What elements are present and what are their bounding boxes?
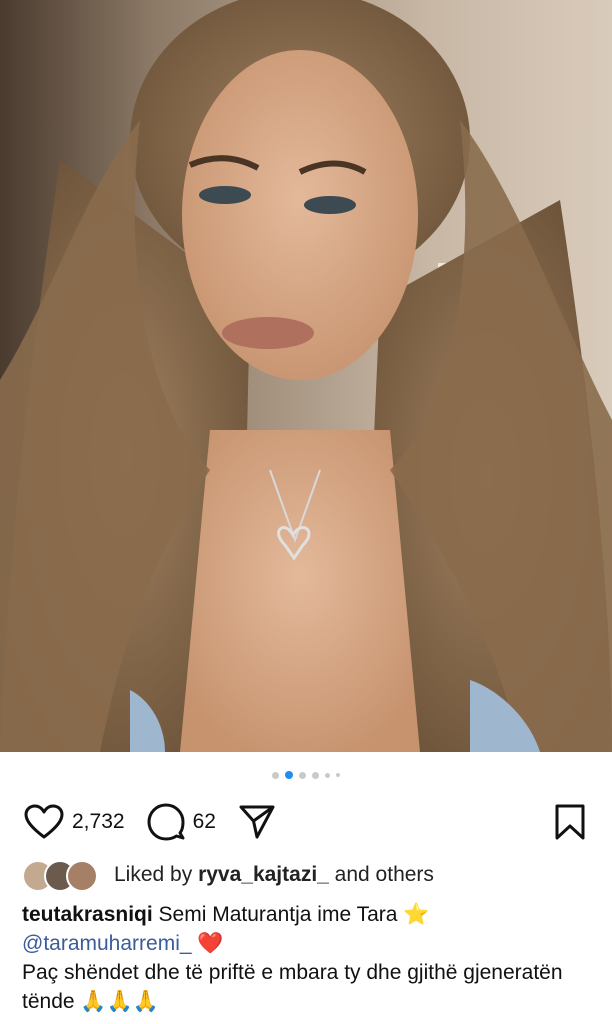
carousel-dot-active xyxy=(285,771,293,779)
carousel-indicator xyxy=(0,769,612,781)
carousel-dot xyxy=(325,772,330,778)
caption-username[interactable]: teutakrasniqi xyxy=(22,903,153,926)
caption-text: Semi Maturantja ime Tara ⭐ xyxy=(152,903,430,926)
liked-by-user[interactable]: ryva_kajtazi_ xyxy=(198,863,329,887)
liked-by-prefix: Liked by xyxy=(114,863,199,886)
send-icon xyxy=(238,804,276,840)
bookmark-icon xyxy=(554,804,586,840)
caption-line-1: teutakrasniqi Semi Maturantja ime Tara ⭐ xyxy=(22,900,596,929)
avatar xyxy=(66,860,98,892)
comment-icon xyxy=(147,803,185,841)
carousel-dot xyxy=(336,773,340,777)
caption-line-3: Paç shëndet dhe të priftë e mbara ty dhe… xyxy=(22,961,563,1013)
save-button[interactable] xyxy=(554,804,586,840)
liked-by-row[interactable]: Liked by ryva_kajtazi_ and others xyxy=(22,858,592,892)
caption-heart: ❤️ xyxy=(191,932,224,955)
liker-avatars[interactable] xyxy=(22,859,100,892)
like-count[interactable]: 2,732 xyxy=(72,810,125,834)
comment-count[interactable]: 62 xyxy=(193,810,216,834)
post-photo[interactable] xyxy=(0,0,612,752)
heart-icon xyxy=(24,804,64,840)
liked-by-suffix: and others xyxy=(328,863,434,886)
carousel-dot xyxy=(299,771,306,779)
like-button[interactable]: 2,732 xyxy=(24,804,125,840)
caption-line-2: @taramuharremi_ ❤️ xyxy=(22,929,596,958)
post-caption: teutakrasniqi Semi Maturantja ime Tara ⭐… xyxy=(22,900,596,1016)
caption-mention[interactable]: @taramuharremi_ xyxy=(22,932,192,955)
comment-button[interactable]: 62 xyxy=(147,803,216,841)
carousel-dot xyxy=(312,771,319,779)
post-actions: 2,732 62 xyxy=(24,800,586,844)
share-button[interactable] xyxy=(238,804,276,840)
carousel-dot xyxy=(272,771,279,779)
